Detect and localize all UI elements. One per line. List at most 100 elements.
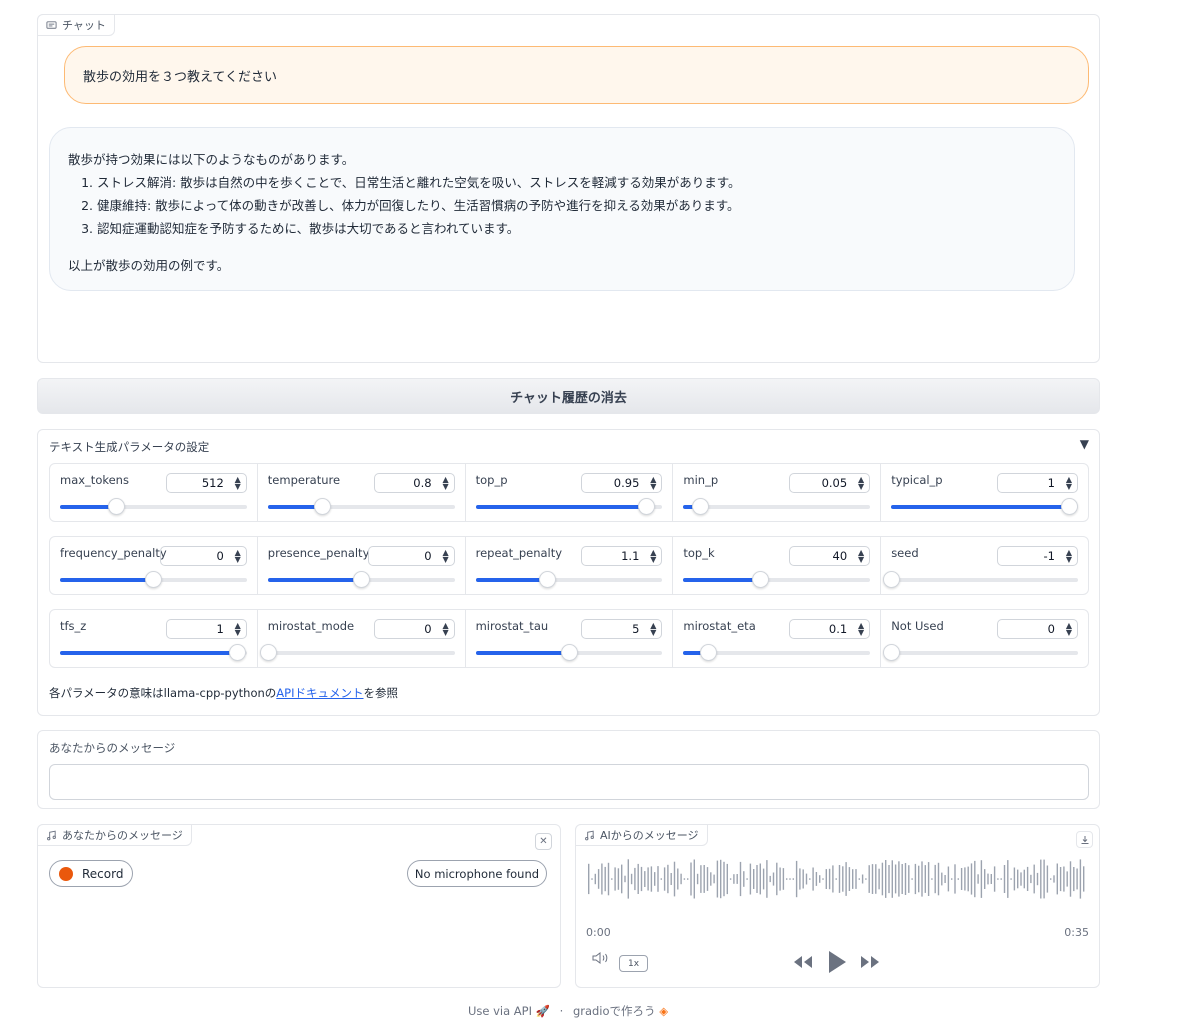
slider-fill	[475, 651, 569, 655]
built-with-gradio-link[interactable]: gradioで作ろう	[573, 1004, 656, 1018]
param-slider[interactable]	[475, 571, 663, 588]
waveform-bar	[954, 864, 956, 894]
bot-message-list: ストレス解消: 散歩は自然の中を歩くことで、日常生活と離れた空気を吸い、ストレス…	[97, 171, 1056, 240]
param-slider[interactable]	[60, 571, 247, 588]
waveform-bar	[779, 867, 781, 891]
waveform[interactable]	[586, 857, 1088, 901]
param-slider[interactable]	[683, 571, 871, 588]
param-number-input[interactable]: 0.95 ▲ ▼	[581, 473, 663, 493]
slider-thumb[interactable]	[883, 644, 901, 661]
params-accordion-title[interactable]: テキスト生成パラメータの設定	[49, 439, 209, 455]
param-number-input[interactable]: 0.1 ▲ ▼	[789, 619, 871, 639]
slider-thumb[interactable]	[538, 571, 556, 588]
use-via-api-link[interactable]: Use via API	[468, 1004, 532, 1018]
slider-thumb[interactable]	[313, 498, 331, 515]
bot-message-item: ストレス解消: 散歩は自然の中を歩くことで、日常生活と離れた空気を吸い、ストレス…	[97, 171, 1056, 194]
param-slider[interactable]	[60, 644, 247, 661]
stepper-arrows-icon[interactable]: ▲ ▼	[1066, 549, 1072, 564]
stepper-arrows-icon[interactable]: ▲ ▼	[235, 476, 241, 491]
param-number-input[interactable]: 40 ▲ ▼	[789, 546, 871, 566]
microphone-select[interactable]: No microphone found	[407, 860, 547, 887]
param-number-input[interactable]: 0 ▲ ▼	[159, 546, 247, 566]
param-number-input[interactable]: 0 ▲ ▼	[367, 546, 455, 566]
waveform-bar	[703, 865, 705, 893]
slider-thumb[interactable]	[560, 644, 578, 661]
param-slider[interactable]	[475, 644, 663, 661]
stepper-arrows-icon[interactable]: ▲ ▼	[650, 549, 656, 564]
param-number-input[interactable]: -1 ▲ ▼	[996, 546, 1078, 566]
waveform-bar	[967, 866, 969, 892]
stepper-arrows-icon[interactable]: ▲ ▼	[442, 549, 448, 564]
stepper-arrows-icon[interactable]: ▲ ▼	[650, 476, 656, 491]
param-label: temperature	[267, 473, 341, 487]
slider-thumb[interactable]	[692, 498, 710, 515]
slider-thumb[interactable]	[353, 571, 371, 588]
stepper-arrows-icon[interactable]: ▲ ▼	[1066, 622, 1072, 637]
waveform-bar	[601, 863, 603, 895]
playback-speed-button[interactable]: 1x	[619, 955, 648, 972]
message-input[interactable]	[49, 764, 1089, 800]
fast-forward-icon[interactable]	[859, 954, 881, 970]
slider-thumb[interactable]	[883, 571, 901, 588]
slider-thumb[interactable]	[229, 644, 247, 661]
param-slider[interactable]	[883, 571, 1078, 588]
param-slider[interactable]	[60, 498, 247, 515]
waveform-bar	[594, 873, 596, 885]
slider-thumb[interactable]	[145, 571, 163, 588]
stepper-arrows-icon[interactable]: ▲ ▼	[858, 622, 864, 637]
param-number-input[interactable]: 1 ▲ ▼	[165, 619, 247, 639]
slider-thumb[interactable]	[108, 498, 126, 515]
stepper-arrows-icon[interactable]: ▲ ▼	[650, 622, 656, 637]
slider-thumb[interactable]	[637, 498, 655, 515]
accordion-toggle-icon[interactable]: ▼	[1080, 437, 1089, 451]
param-label: frequency_penalty	[60, 546, 167, 560]
stepper-arrows-icon[interactable]: ▲ ▼	[235, 622, 241, 637]
record-button[interactable]: Record	[49, 860, 133, 887]
clear-history-button[interactable]: チャット履歴の消去	[37, 378, 1100, 414]
param-number-input[interactable]: 1.1 ▲ ▼	[581, 546, 663, 566]
stepper-arrows-icon[interactable]: ▲ ▼	[442, 622, 448, 637]
download-button[interactable]	[1076, 831, 1093, 848]
param-slider[interactable]	[891, 498, 1078, 515]
param-slider[interactable]	[475, 498, 663, 515]
param-number-input[interactable]: 1 ▲ ▼	[996, 473, 1078, 493]
clear-audio-button[interactable]: ✕	[535, 833, 552, 850]
params-row: tfs_z 1 ▲ ▼ mirostat_mode 0 ▲ ▼ mirostat_tau 5 ▲ ▼ m…	[49, 609, 1089, 668]
param-slider[interactable]	[259, 644, 455, 661]
stepper-arrows-icon[interactable]: ▲ ▼	[858, 476, 864, 491]
waveform-bar	[614, 867, 616, 891]
stepper-arrows-icon[interactable]: ▲ ▼	[442, 476, 448, 491]
param-number-input[interactable]: 0 ▲ ▼	[996, 619, 1078, 639]
slider-thumb[interactable]	[699, 644, 717, 661]
param-slider[interactable]	[267, 498, 455, 515]
slider-thumb[interactable]	[751, 571, 769, 588]
rewind-icon[interactable]	[792, 954, 814, 970]
param-number-input[interactable]: 0.05 ▲ ▼	[789, 473, 871, 493]
waveform-bar	[888, 865, 890, 894]
param-number-input[interactable]: 0 ▲ ▼	[373, 619, 455, 639]
waveform-bar	[970, 863, 973, 895]
slider-thumb[interactable]	[259, 644, 277, 661]
param-value: 0	[424, 549, 432, 563]
waveform-bar	[657, 866, 659, 892]
audio-output-label: AIからのメッセージ	[575, 824, 708, 846]
param-slider[interactable]	[683, 498, 871, 515]
waveform-bar	[819, 875, 821, 883]
param-slider[interactable]	[267, 571, 455, 588]
param-slider[interactable]	[683, 644, 871, 661]
volume-icon[interactable]	[591, 950, 611, 966]
param-slider[interactable]	[883, 644, 1078, 661]
param-value: 0	[216, 549, 224, 563]
stepper-arrows-icon[interactable]: ▲ ▼	[235, 549, 241, 564]
api-docs-link[interactable]: APIドキュメント	[276, 686, 363, 700]
waveform-bar	[891, 860, 893, 898]
params-note-prefix: 各パラメータの意味はllama-cpp-pythonの	[49, 686, 277, 700]
waveform-bar	[832, 865, 834, 893]
slider-thumb[interactable]	[1060, 498, 1078, 515]
param-number-input[interactable]: 512 ▲ ▼	[165, 473, 247, 493]
stepper-arrows-icon[interactable]: ▲ ▼	[1066, 476, 1072, 491]
stepper-arrows-icon[interactable]: ▲ ▼	[858, 549, 864, 564]
param-number-input[interactable]: 0.8 ▲ ▼	[373, 473, 455, 493]
param-number-input[interactable]: 5 ▲ ▼	[581, 619, 663, 639]
play-icon[interactable]	[826, 949, 848, 975]
